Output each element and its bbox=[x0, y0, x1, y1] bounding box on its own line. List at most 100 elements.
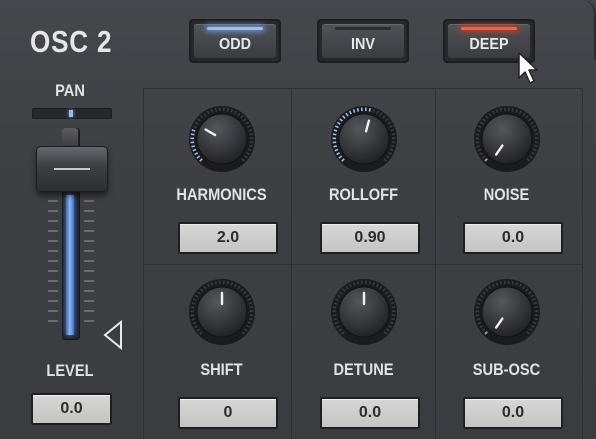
knob-cell-noise: NOISE 0.0 bbox=[435, 95, 578, 271]
deep-label: DEEP bbox=[469, 36, 509, 53]
knob-body bbox=[196, 113, 248, 165]
rolloff-label: ROLLOFF bbox=[328, 185, 399, 204]
pan-slider-thumb[interactable] bbox=[69, 110, 73, 117]
rolloff-value-field[interactable]: 0.90 bbox=[320, 222, 420, 254]
knob-tick bbox=[476, 302, 481, 305]
knob-tick bbox=[390, 301, 395, 305]
knob-tick bbox=[475, 306, 480, 309]
osc2-panel: OSC 2 ODD INV DEEP PAN LEVEL 0.0 HARMONI… bbox=[0, 0, 596, 439]
knob-tick bbox=[332, 133, 337, 136]
shift-knob[interactable] bbox=[188, 278, 256, 346]
shift-value-field[interactable]: 0 bbox=[178, 397, 278, 429]
detune-value-field[interactable]: 0.0 bbox=[320, 397, 420, 429]
level-fader-fill bbox=[66, 195, 74, 335]
level-label: LEVEL bbox=[46, 361, 94, 380]
level-value-field[interactable]: 0.0 bbox=[31, 393, 112, 425]
knob-tick bbox=[230, 108, 234, 113]
knob-cell-sub-osc: SUB-OSC 0.0 bbox=[435, 270, 578, 439]
level-fader-handle[interactable] bbox=[36, 146, 108, 192]
knob-tick bbox=[534, 306, 539, 309]
knob-tick bbox=[476, 129, 481, 132]
rolloff-knob[interactable] bbox=[330, 105, 398, 173]
harmonics-label: HARMONICS bbox=[176, 185, 267, 204]
odd-button[interactable]: ODD bbox=[189, 19, 281, 63]
knob-tick bbox=[476, 145, 481, 148]
knob-tick bbox=[332, 306, 337, 309]
knob-tick bbox=[249, 306, 254, 309]
pan-label: PAN bbox=[55, 81, 85, 100]
knob-tick bbox=[475, 133, 480, 136]
detune-knob[interactable] bbox=[330, 278, 398, 346]
deep-led bbox=[461, 27, 517, 30]
knob-tick bbox=[372, 281, 376, 286]
knob-tick bbox=[534, 317, 538, 321]
knob-tick bbox=[333, 302, 338, 305]
knob-tick bbox=[511, 107, 514, 112]
knob-tick bbox=[368, 280, 371, 285]
knob-tick bbox=[214, 281, 218, 285]
detune-label: DETUNE bbox=[333, 360, 394, 379]
knob-tick bbox=[515, 108, 519, 113]
mouse-cursor-icon bbox=[518, 52, 538, 84]
pan-slider[interactable] bbox=[32, 108, 112, 119]
knob-tick bbox=[495, 109, 499, 113]
knob-tick bbox=[476, 318, 481, 321]
knob-tick bbox=[210, 282, 214, 286]
knob-tick bbox=[533, 128, 538, 132]
knob-tick bbox=[226, 107, 229, 112]
harmonics-knob[interactable] bbox=[188, 105, 256, 173]
knob-cell-harmonics: HARMONICS 2.0 bbox=[150, 95, 293, 271]
knob-tick bbox=[391, 306, 396, 309]
level-marker-icon bbox=[103, 320, 122, 350]
inv-label: INV bbox=[350, 36, 375, 53]
knob-tick bbox=[190, 133, 195, 136]
knob-body bbox=[481, 113, 533, 165]
noise-label: NOISE bbox=[483, 185, 530, 204]
knob-tick bbox=[190, 306, 195, 309]
knob-tick bbox=[534, 133, 539, 136]
knob-tick bbox=[249, 144, 253, 148]
knob-tick bbox=[333, 129, 338, 132]
knob-tick bbox=[214, 108, 218, 112]
knob-tick bbox=[495, 282, 499, 286]
knob-tick bbox=[249, 317, 253, 321]
knob-tick bbox=[352, 282, 356, 286]
harmonics-value-field[interactable]: 2.0 bbox=[178, 222, 278, 254]
knob-tick bbox=[191, 129, 196, 132]
knob-tick bbox=[356, 281, 360, 285]
sub-osc-value-field[interactable]: 0.0 bbox=[463, 397, 563, 429]
knob-tick bbox=[191, 145, 196, 148]
noise-knob[interactable] bbox=[473, 105, 541, 173]
knob-tick bbox=[391, 133, 396, 136]
inv-button[interactable]: INV bbox=[317, 19, 409, 63]
knob-tick bbox=[333, 145, 338, 148]
sub-osc-knob[interactable] bbox=[473, 278, 541, 346]
knob-tick bbox=[533, 301, 538, 305]
knob-body bbox=[481, 286, 533, 338]
knob-tick bbox=[191, 318, 196, 321]
knob-tick bbox=[210, 109, 214, 113]
knob-tick bbox=[390, 128, 395, 132]
knob-tick bbox=[499, 281, 503, 285]
knob-tick bbox=[391, 317, 395, 321]
panel-title: OSC 2 bbox=[30, 24, 113, 59]
knob-tick bbox=[191, 302, 196, 305]
knob-tick bbox=[511, 280, 514, 285]
knob-tick bbox=[368, 107, 371, 112]
knob-tick bbox=[226, 280, 229, 285]
knob-tick bbox=[534, 144, 538, 148]
odd-label: ODD bbox=[218, 36, 252, 53]
knob-tick bbox=[499, 108, 503, 112]
knob-tick bbox=[352, 109, 356, 113]
noise-value-field[interactable]: 0.0 bbox=[463, 222, 563, 254]
knob-tick bbox=[249, 133, 254, 136]
shift-label: SHIFT bbox=[200, 360, 243, 379]
inv-led bbox=[335, 27, 391, 30]
knob-tick bbox=[333, 318, 338, 321]
knob-cell-rolloff: ROLLOFF 0.90 bbox=[292, 95, 435, 271]
knob-tick bbox=[391, 144, 395, 148]
sub-osc-label: SUB-OSC bbox=[472, 360, 541, 379]
knob-tick bbox=[515, 281, 519, 286]
knob-tick bbox=[356, 108, 360, 112]
knob-cell-shift: SHIFT 0 bbox=[150, 270, 293, 439]
